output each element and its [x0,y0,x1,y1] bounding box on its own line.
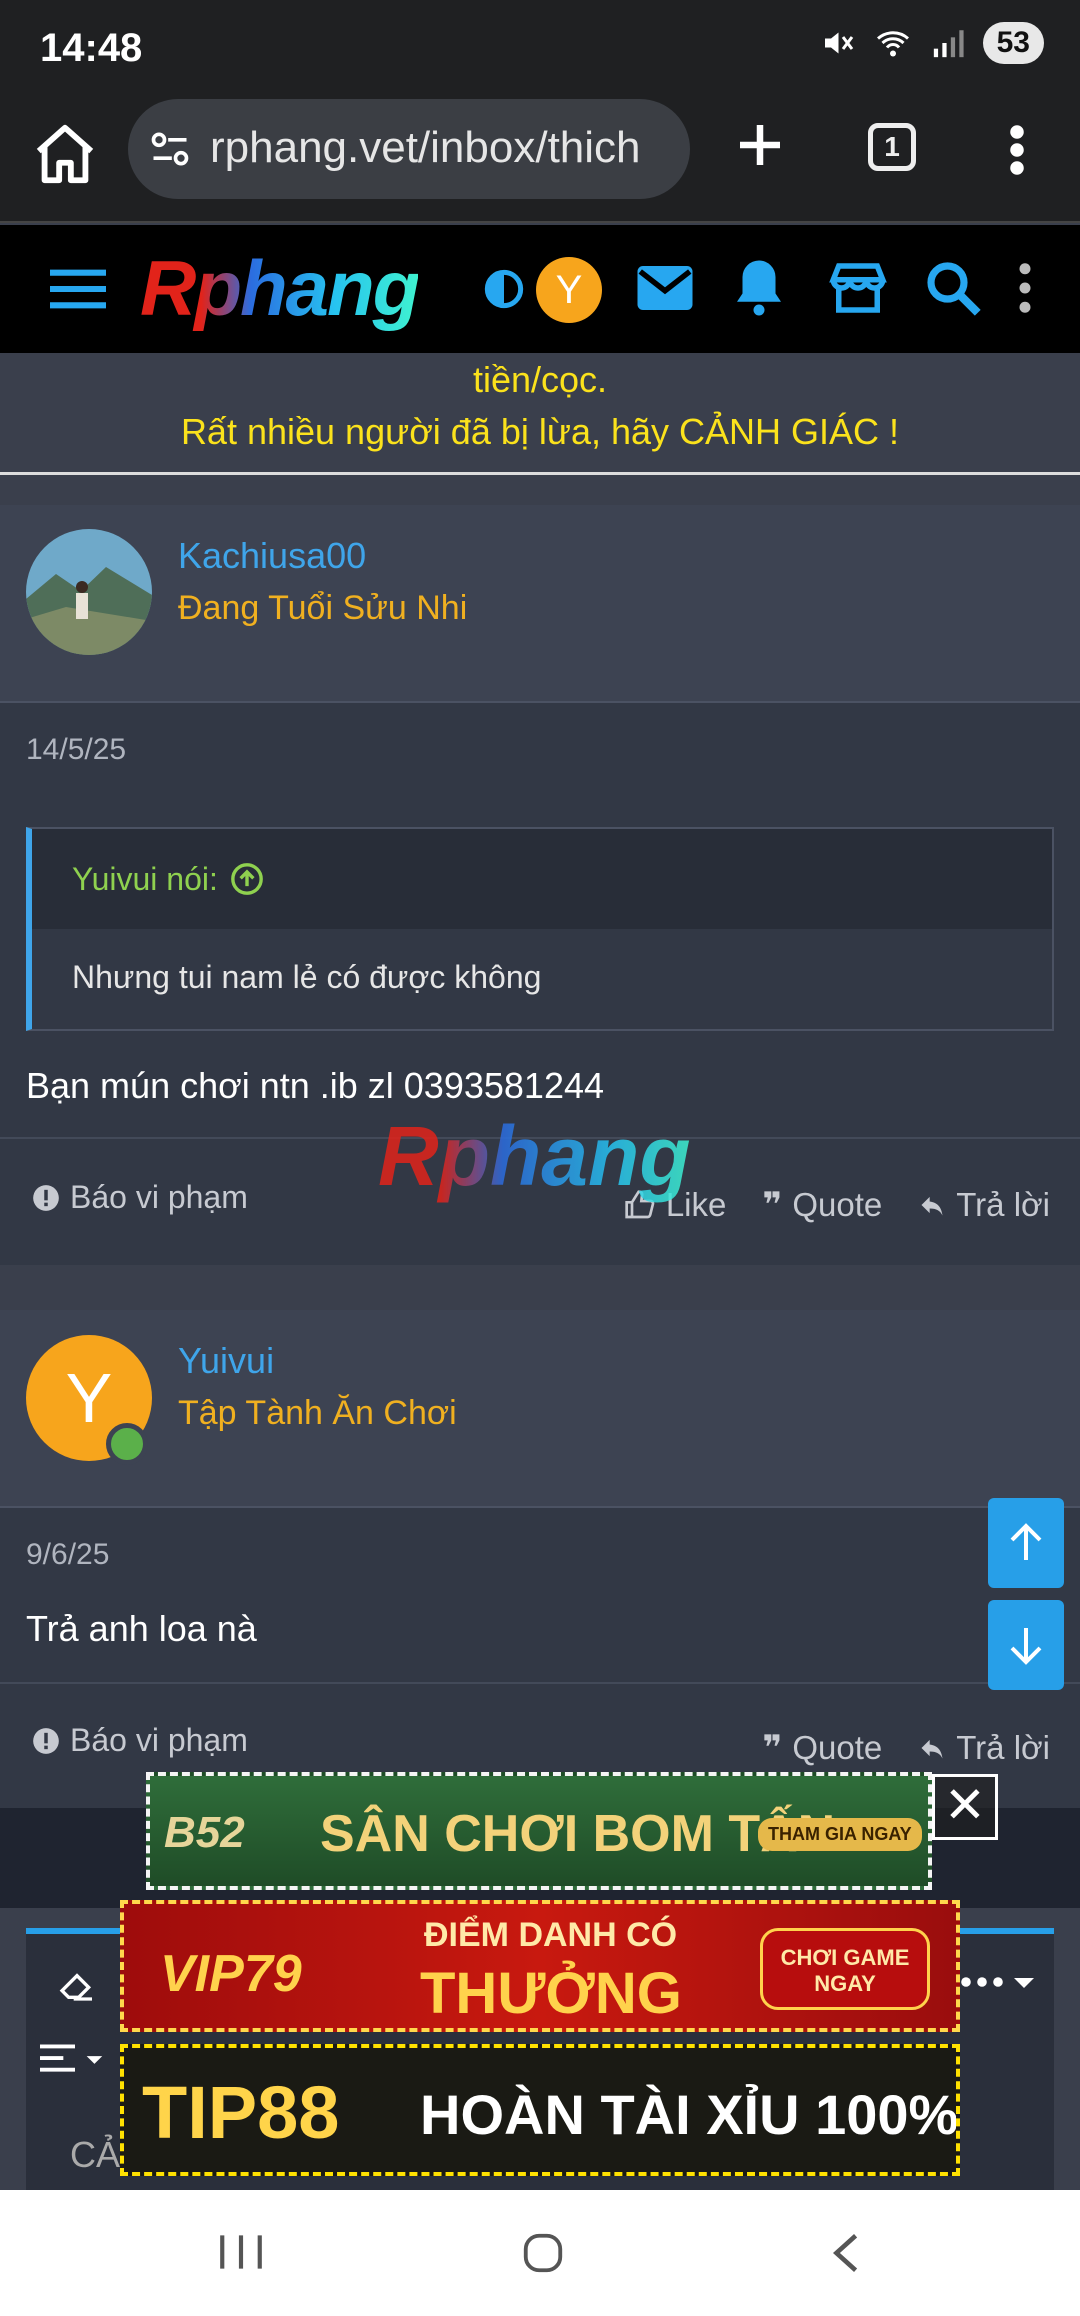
scroll-top-button[interactable] [988,1498,1064,1588]
post-actions: ❞ Quote Trả lời [762,1728,1050,1768]
home-icon[interactable] [30,119,100,189]
more-vert-icon[interactable] [1005,123,1029,177]
ad-b52-logo: B52 [164,1808,245,1857]
url-text: rphang.vet/inbox/thich [210,123,641,172]
store-icon[interactable] [820,255,896,321]
inbox-icon[interactable] [632,255,698,321]
post-yuivui: Y Yuivui Tập Tành Ăn Chơi 9/6/25 Trả anh… [0,1310,1080,1808]
ad-banner-b52[interactable]: B52 SÂN CHƠI BOM TẤN THAM GIA NGAY [146,1772,932,1890]
quote-label: Quote [792,1186,883,1223]
browser-toolbar: rphang.vet/inbox/thich 1 [0,95,1080,223]
report-label: Báo vi phạm [70,1722,248,1758]
scroll-bottom-button[interactable] [988,1600,1064,1690]
ad-b52-cta: THAM GIA NGAY [758,1818,922,1851]
post-username[interactable]: Yuivui [178,1340,274,1382]
online-status-icon [106,1423,148,1465]
wifi-icon [876,31,909,57]
post-author-header: Kachiusa00 Đang Tuổi Sửu Nhi [0,505,1080,703]
close-ad-icon[interactable]: ✕ [932,1774,998,1840]
ad-vip-logo: VIP79 [160,1945,302,2003]
editor-placeholder: CẢ [70,2134,121,2175]
scam-warning-notice: tiền/cọc. Rất nhiều người đã bị lừa, hãy… [0,353,1080,475]
post-message: Trả anh loa nà [26,1608,257,1649]
home-button-icon[interactable] [520,2230,566,2276]
reply-icon [921,1739,943,1759]
site-header: Rphang Y [0,225,1080,353]
avatar[interactable] [26,529,152,655]
reply-label: Trả lời [956,1729,1050,1766]
report-label: Báo vi phạm [70,1179,248,1215]
reply-icon [921,1196,943,1216]
ad-vip-text-2: THƯỞNG [420,1961,682,2026]
post-message: Bạn mún chơi ntn .ib zl 0393581244 [26,1065,605,1106]
post-author-header: Y Yuivui Tập Tành Ăn Chơi [0,1310,1080,1508]
quote-icon: ❞ [762,1729,783,1767]
post-date[interactable]: 14/5/25 [26,733,126,767]
arrow-down-icon [1010,1628,1042,1665]
reply-button[interactable]: Trả lời [918,1728,1050,1768]
reply-label: Trả lời [956,1186,1050,1223]
report-button[interactable]: Báo vi phạm [32,1179,248,1216]
notice-line-1: tiền/cọc. [472,359,608,400]
alert-icon [33,1184,59,1211]
post-username[interactable]: Kachiusa00 [178,535,366,577]
post-user-rank: Tập Tành Ăn Chơi [178,1394,457,1432]
more-vert-icon[interactable] [1010,255,1040,321]
site-logo[interactable]: Rphang [140,243,420,334]
recent-apps-icon[interactable] [216,2230,266,2274]
quoted-message: Yuivui nói: Nhưng tui nam lẻ có được khô… [26,827,1054,1031]
report-button[interactable]: Báo vi phạm [32,1722,248,1759]
quote-author: Yuivui nói: [72,860,218,897]
notice-line-2: Rất nhiều người đã bị lừa, hãy CẢNH GIÁC… [180,411,900,452]
user-avatar[interactable]: Y [536,257,602,323]
theme-toggle-icon[interactable] [484,269,524,309]
quote-icon: ❞ [762,1186,783,1224]
quote-body: Nhưng tui nam lẻ có được không [72,959,542,995]
ad-vip-cta: CHƠI GAME NGAY [760,1928,930,2010]
address-bar[interactable]: rphang.vet/inbox/thich [128,99,690,199]
eraser-icon[interactable] [54,1964,100,2004]
status-icons: 53 [819,22,1044,64]
post-user-rank: Đang Tuổi Sửu Nhi [178,589,468,627]
ad-banner-vip79[interactable]: VIP79 ĐIỂM DANH CÓ THƯỞNG CHƠI GAME NGAY [120,1900,960,2032]
ad-tip-text: HOÀN TÀI XỈU 100% [420,2083,959,2146]
notifications-icon[interactable] [726,255,792,321]
alert-icon [33,1727,59,1754]
status-bar: 14:48 53 [0,0,1080,95]
arrow-up-icon [1010,1523,1042,1560]
system-navigation-bar [0,2190,1080,2316]
post-date[interactable]: 9/6/25 [26,1538,109,1572]
quote-label: Quote [792,1729,883,1766]
tab-switcher-button[interactable]: 1 [868,123,916,171]
reply-button[interactable]: Trả lời [918,1185,1050,1225]
quote-button[interactable]: ❞ Quote [762,1185,882,1225]
ad-banner-tip88[interactable]: TIP88 HOÀN TÀI XỈU 100% [120,2044,960,2176]
back-icon[interactable] [826,2230,866,2276]
search-icon[interactable] [920,255,986,321]
hamburger-menu-icon[interactable] [50,267,106,311]
ad-tip-logo: TIP88 [142,2071,340,2154]
site-settings-icon[interactable] [148,127,192,171]
new-tab-icon[interactable] [730,115,790,175]
more-options-icon[interactable] [958,1964,1038,2000]
quote-header[interactable]: Yuivui nói: [32,829,1052,929]
signal-icon [933,30,964,58]
battery-indicator: 53 [982,22,1044,64]
avatar-photo [26,529,152,655]
mute-icon [824,32,853,54]
status-time: 14:48 [40,26,143,70]
avatar[interactable]: Y [26,1335,152,1465]
watermark-logo: Rphang [378,1109,691,1203]
align-icon[interactable] [40,2040,110,2080]
arrow-up-circle-icon[interactable] [230,862,264,896]
quote-button[interactable]: ❞ Quote [762,1728,882,1768]
ad-vip-text-1: ĐIỂM DANH CÓ [424,1916,678,1954]
